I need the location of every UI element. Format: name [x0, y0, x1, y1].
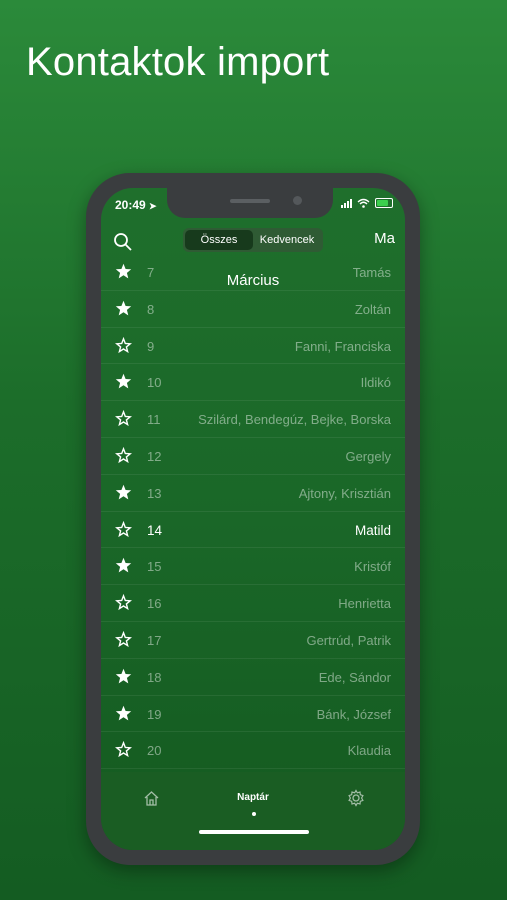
- location-arrow-icon: ➤: [149, 201, 157, 211]
- star-icon[interactable]: [115, 336, 132, 354]
- day-number: 16: [147, 596, 162, 612]
- day-list: 7 Tamás 8 Zoltán 9 Fanni, Franciska 10 Ildikó 11…: [101, 254, 405, 806]
- star-icon[interactable]: [115, 557, 132, 574]
- star-icon[interactable]: [115, 741, 132, 758]
- day-number: 11: [147, 412, 161, 428]
- day-number: 18: [147, 669, 162, 685]
- name-day-names: Gergely: [345, 448, 391, 464]
- segmented-control: Összes Kedvencek: [183, 228, 323, 252]
- notch: [167, 188, 333, 218]
- star-icon[interactable]: [115, 630, 132, 648]
- camera: [293, 196, 302, 205]
- star-icon[interactable]: [115, 410, 132, 427]
- star-icon[interactable]: [115, 594, 132, 611]
- segment-all[interactable]: Összes: [185, 230, 253, 250]
- day-number: 20: [147, 743, 162, 759]
- speaker: [230, 199, 270, 203]
- home-indicator: [199, 830, 309, 834]
- day-number: 12: [147, 448, 162, 464]
- star-icon[interactable]: [115, 520, 132, 538]
- tab-bar: Naptár: [101, 772, 405, 850]
- list-item[interactable]: 12 Gergely: [101, 438, 405, 475]
- today-button[interactable]: Ma: [374, 230, 395, 247]
- day-number: 15: [147, 559, 162, 575]
- list-item[interactable]: 14 Matild: [101, 512, 405, 549]
- segment-favorites[interactable]: Kedvencek: [253, 230, 321, 250]
- status-time-text: 20:49: [115, 198, 146, 212]
- day-number: 8: [147, 301, 155, 317]
- day-number: 13: [147, 485, 162, 501]
- name-day-names: Henrietta: [338, 596, 391, 612]
- list-item[interactable]: 10 Ildikó: [101, 364, 405, 402]
- phone-screen: 20:49 ➤ Összes Kedvencek Ma Március 7 Ta…: [101, 188, 405, 850]
- list-item[interactable]: 8 Zoltán: [101, 291, 405, 328]
- phone-frame: 20:49 ➤ Összes Kedvencek Ma Március 7 Ta…: [86, 173, 420, 865]
- star-icon[interactable]: [115, 446, 132, 464]
- list-item[interactable]: 17 Gertrúd, Patrik: [101, 622, 405, 659]
- status-time: 20:49 ➤: [115, 198, 157, 212]
- day-number: 19: [147, 706, 162, 722]
- name-day-names: Szilárd, Bendegúz, Bejke, Borska: [198, 412, 391, 428]
- name-day-names: Kristóf: [354, 559, 391, 575]
- page-headline: Kontaktok import: [26, 40, 330, 84]
- wifi-icon: [357, 198, 370, 208]
- day-number: 14: [147, 522, 163, 538]
- name-day-names: Gertrúd, Patrik: [306, 632, 391, 648]
- list-item[interactable]: 11 Szilárd, Bendegúz, Bejke, Borska: [101, 401, 405, 438]
- search-icon[interactable]: [113, 232, 133, 252]
- signal-icon: [341, 198, 352, 208]
- name-day-names: Ajtony, Krisztián: [298, 485, 391, 501]
- name-day-names: Klaudia: [347, 743, 391, 759]
- status-icons: [341, 198, 393, 208]
- battery-icon: [375, 198, 393, 208]
- name-day-names: Fanni, Franciska: [294, 338, 391, 354]
- gear-icon[interactable]: [347, 789, 365, 807]
- tab-active-dot: [252, 812, 256, 816]
- star-icon[interactable]: [115, 668, 132, 685]
- name-day-names: Matild: [354, 522, 391, 538]
- list-item[interactable]: 15 Kristóf: [101, 548, 405, 586]
- star-icon[interactable]: [115, 705, 132, 722]
- name-day-names: Ildikó: [360, 375, 391, 391]
- list-item[interactable]: 16 Henrietta: [101, 585, 405, 622]
- star-icon[interactable]: [115, 300, 132, 317]
- list-item[interactable]: 18 Ede, Sándor: [101, 659, 405, 696]
- day-number: 17: [147, 632, 162, 648]
- list-item[interactable]: 20 Klaudia: [101, 732, 405, 770]
- day-number: 10: [147, 375, 162, 391]
- list-item[interactable]: 9 Fanni, Franciska: [101, 328, 405, 365]
- name-day-names: Ede, Sándor: [318, 669, 391, 685]
- star-icon[interactable]: [115, 373, 132, 390]
- day-number: 9: [147, 338, 155, 354]
- list-item[interactable]: 13 Ajtony, Krisztián: [101, 475, 405, 512]
- name-day-names: Bánk, József: [316, 706, 391, 722]
- star-icon[interactable]: [115, 484, 132, 501]
- list-item[interactable]: 19 Bánk, József: [101, 696, 405, 733]
- month-title: Március: [226, 272, 280, 289]
- name-day-names: Zoltán: [354, 301, 391, 317]
